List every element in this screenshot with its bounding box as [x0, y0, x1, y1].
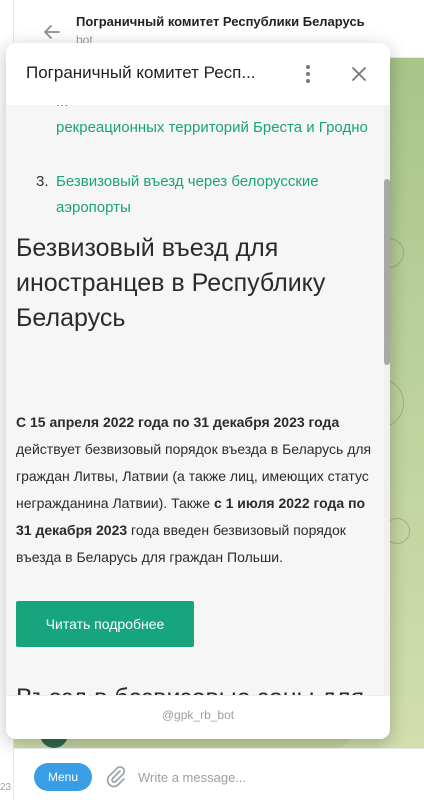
scrollbar-thumb[interactable]: [384, 179, 390, 365]
section-heading: Безвизовый въезд для иностранцев в Респу…: [16, 234, 326, 332]
attach-paperclip-icon[interactable]: [104, 764, 126, 788]
popup-header: Пограничный комитет Респ...: [6, 43, 390, 105]
chat-list-partial-number: 23: [0, 782, 12, 793]
menu-button[interactable]: Menu: [34, 763, 92, 791]
close-icon[interactable]: [350, 65, 368, 83]
toc-number: 3.: [36, 173, 49, 190]
paragraph-bold-1: С 15 апреля 2022 года по 31 декабря 2023…: [16, 414, 340, 430]
next-section-heading: Въезд в безвизовые зоны для: [16, 681, 378, 695]
read-more-button[interactable]: Читать подробнее: [16, 601, 194, 647]
toc-link-recreational[interactable]: рекреационных территорий Бреста и Гродно: [56, 115, 376, 141]
message-input-bar: Menu: [14, 748, 424, 800]
more-vertical-icon[interactable]: [300, 63, 316, 85]
bot-handle: @gpk_rb_bot: [161, 708, 235, 722]
popup-content[interactable]: ... рекреационных территорий Бреста и Гр…: [6, 105, 384, 695]
message-input[interactable]: [138, 763, 398, 791]
toc-link-airports[interactable]: Безвизовый въезд через белорусские аэроп…: [56, 169, 376, 221]
back-arrow-icon[interactable]: [42, 22, 62, 42]
popup-footer: @gpk_rb_bot: [6, 695, 390, 739]
chat-title: Пограничный комитет Республики Беларусь: [76, 14, 365, 29]
toc-link-cut[interactable]: ...: [56, 105, 69, 115]
web-app-popup: Пограничный комитет Респ... ... рекреаци…: [6, 43, 390, 739]
popup-title: Пограничный комитет Респ...: [26, 63, 256, 82]
section-paragraph: С 15 апреля 2022 года по 31 декабря 2023…: [16, 409, 378, 571]
